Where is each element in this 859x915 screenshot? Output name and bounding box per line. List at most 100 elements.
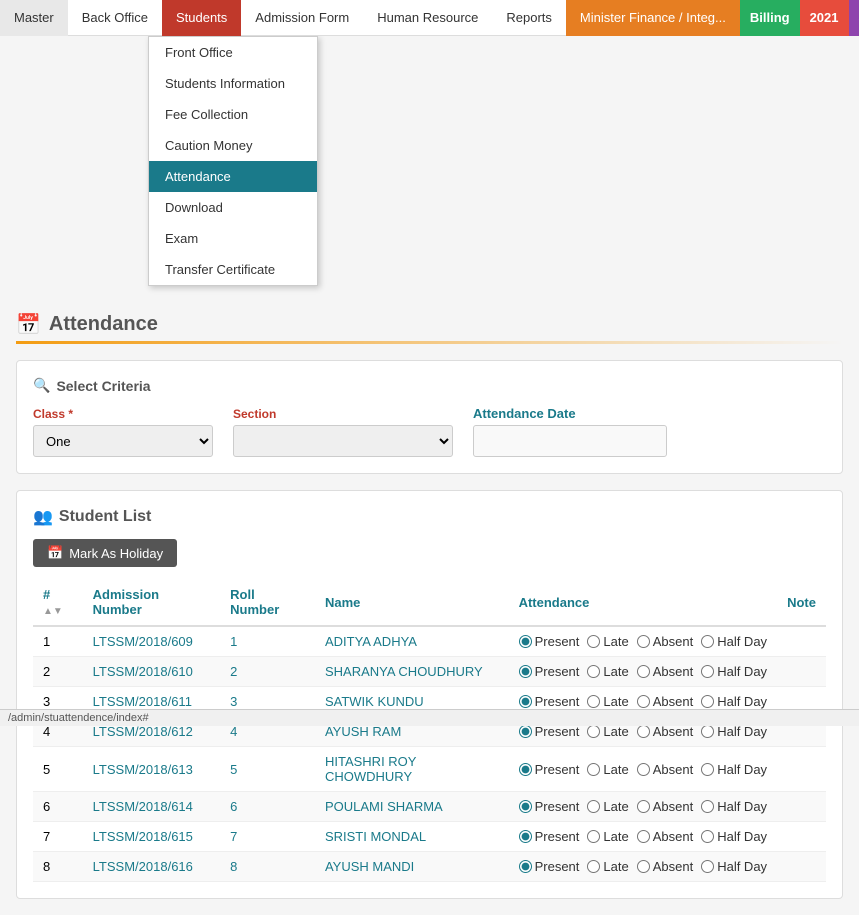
roll-link[interactable]: 2 [230, 664, 237, 679]
nav-special-badge[interactable]: Special [849, 0, 859, 36]
name-link[interactable]: AYUSH RAM [325, 724, 401, 739]
radio-halfday-label[interactable]: Half Day [701, 664, 767, 679]
nav-back-office[interactable]: Back Office [68, 0, 162, 36]
radio-present[interactable] [519, 695, 532, 708]
nav-students[interactable]: Students [162, 0, 241, 36]
roll-link[interactable]: 4 [230, 724, 237, 739]
radio-absent[interactable] [637, 665, 650, 678]
radio-halfday[interactable] [701, 635, 714, 648]
radio-absent[interactable] [637, 763, 650, 776]
radio-absent[interactable] [637, 830, 650, 843]
radio-present[interactable] [519, 635, 532, 648]
radio-late-label[interactable]: Late [587, 859, 628, 874]
radio-present-label[interactable]: Present [519, 664, 580, 679]
menu-transfer-certificate[interactable]: Transfer Certificate [149, 254, 317, 285]
radio-present[interactable] [519, 725, 532, 738]
radio-absent-label[interactable]: Absent [637, 829, 693, 844]
admission-link[interactable]: LTSSM/2018/609 [93, 634, 193, 649]
mark-holiday-button[interactable]: 📅 Mark As Holiday [33, 539, 177, 567]
radio-absent[interactable] [637, 695, 650, 708]
menu-exam[interactable]: Exam [149, 223, 317, 254]
admission-link[interactable]: LTSSM/2018/614 [93, 799, 193, 814]
radio-absent-label[interactable]: Absent [637, 664, 693, 679]
nav-reports[interactable]: Reports [492, 0, 566, 36]
nav-admission-form[interactable]: Admission Form [241, 0, 363, 36]
radio-absent[interactable] [637, 860, 650, 873]
radio-present[interactable] [519, 830, 532, 843]
name-link[interactable]: HITASHRI ROY CHOWDHURY [325, 754, 416, 784]
radio-absent[interactable] [637, 725, 650, 738]
radio-halfday-label[interactable]: Half Day [701, 634, 767, 649]
menu-download[interactable]: Download [149, 192, 317, 223]
nav-year-badge[interactable]: 2021 [800, 0, 849, 36]
menu-caution-money[interactable]: Caution Money [149, 130, 317, 161]
radio-late-label[interactable]: Late [587, 634, 628, 649]
menu-fee-collection[interactable]: Fee Collection [149, 99, 317, 130]
roll-link[interactable]: 1 [230, 634, 237, 649]
radio-present-label[interactable]: Present [519, 762, 580, 777]
section-select[interactable] [233, 425, 453, 457]
roll-link[interactable]: 5 [230, 762, 237, 777]
radio-late[interactable] [587, 695, 600, 708]
radio-present[interactable] [519, 665, 532, 678]
name-link[interactable]: SATWIK KUNDU [325, 694, 424, 709]
name-link[interactable]: SHARANYA CHOUDHURY [325, 664, 483, 679]
radio-late-label[interactable]: Late [587, 762, 628, 777]
admission-link[interactable]: LTSSM/2018/613 [93, 762, 193, 777]
radio-halfday[interactable] [701, 800, 714, 813]
radio-halfday[interactable] [701, 860, 714, 873]
radio-halfday-label[interactable]: Half Day [701, 724, 767, 739]
radio-halfday-label[interactable]: Half Day [701, 859, 767, 874]
menu-front-office[interactable]: Front Office [149, 37, 317, 68]
nav-highlighted[interactable]: Minister Finance / Integ... [566, 0, 740, 36]
admission-link[interactable]: LTSSM/2018/610 [93, 664, 193, 679]
radio-absent[interactable] [637, 635, 650, 648]
radio-absent-label[interactable]: Absent [637, 694, 693, 709]
radio-present[interactable] [519, 800, 532, 813]
admission-link[interactable]: LTSSM/2018/615 [93, 829, 193, 844]
radio-halfday-label[interactable]: Half Day [701, 762, 767, 777]
radio-late-label[interactable]: Late [587, 829, 628, 844]
menu-attendance[interactable]: Attendance [149, 161, 317, 192]
radio-halfday[interactable] [701, 695, 714, 708]
roll-link[interactable]: 8 [230, 859, 237, 874]
name-link[interactable]: POULAMI SHARMA [325, 799, 443, 814]
radio-halfday-label[interactable]: Half Day [701, 694, 767, 709]
roll-link[interactable]: 6 [230, 799, 237, 814]
nav-master[interactable]: Master [0, 0, 68, 36]
radio-absent-label[interactable]: Absent [637, 634, 693, 649]
name-link[interactable]: AYUSH MANDI [325, 859, 414, 874]
radio-halfday-label[interactable]: Half Day [701, 799, 767, 814]
radio-late[interactable] [587, 725, 600, 738]
radio-late[interactable] [587, 800, 600, 813]
radio-absent-label[interactable]: Absent [637, 859, 693, 874]
radio-halfday[interactable] [701, 763, 714, 776]
radio-present-label[interactable]: Present [519, 724, 580, 739]
name-link[interactable]: ADITYA ADHYA [325, 634, 417, 649]
nav-human-resource[interactable]: Human Resource [363, 0, 492, 36]
radio-present[interactable] [519, 763, 532, 776]
name-link[interactable]: SRISTI MONDAL [325, 829, 426, 844]
nav-billing-badge[interactable]: Billing [740, 0, 800, 36]
roll-link[interactable]: 7 [230, 829, 237, 844]
admission-link[interactable]: LTSSM/2018/612 [93, 724, 193, 739]
radio-present-label[interactable]: Present [519, 829, 580, 844]
radio-absent-label[interactable]: Absent [637, 762, 693, 777]
radio-late-label[interactable]: Late [587, 724, 628, 739]
radio-late-label[interactable]: Late [587, 664, 628, 679]
radio-present-label[interactable]: Present [519, 799, 580, 814]
radio-absent[interactable] [637, 800, 650, 813]
radio-present-label[interactable]: Present [519, 859, 580, 874]
radio-halfday[interactable] [701, 725, 714, 738]
admission-link[interactable]: LTSSM/2018/616 [93, 859, 193, 874]
radio-late[interactable] [587, 830, 600, 843]
radio-late-label[interactable]: Late [587, 799, 628, 814]
radio-late[interactable] [587, 665, 600, 678]
radio-absent-label[interactable]: Absent [637, 724, 693, 739]
admission-link[interactable]: LTSSM/2018/611 [93, 694, 192, 709]
radio-late[interactable] [587, 635, 600, 648]
radio-halfday[interactable] [701, 665, 714, 678]
radio-late-label[interactable]: Late [587, 694, 628, 709]
class-select[interactable]: One [33, 425, 213, 457]
roll-link[interactable]: 3 [230, 694, 237, 709]
